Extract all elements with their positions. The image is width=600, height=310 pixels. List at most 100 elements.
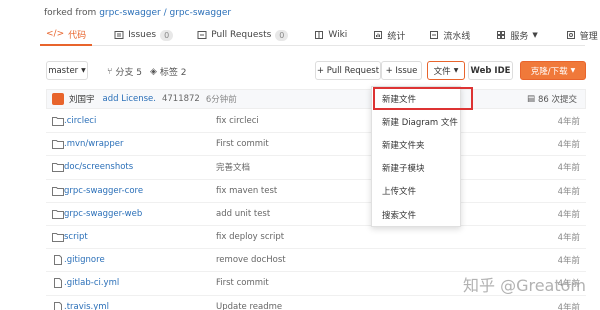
menu-item-new-file[interactable]: 新建文件 (373, 87, 473, 111)
pull-requests-count-badge: 0 (275, 29, 289, 41)
service-icon (497, 31, 506, 39)
forked-repo-link[interactable]: grpc-swagger / grpc-swagger (99, 8, 231, 18)
file-name[interactable]: .circleci (64, 116, 96, 126)
chart-icon (374, 31, 383, 39)
file-name[interactable]: grpc-swagger-core (64, 186, 143, 196)
file-dropdown-menu: 新建文件 新建 Diagram 文件 新建文件夹 新建子模块 上传文件 搜索文件 (371, 86, 473, 227)
caret-down-icon: ▼ (570, 67, 576, 74)
table-row[interactable]: .travis.yml Update readme 4年前 (46, 296, 586, 310)
table-row[interactable]: script fix deploy script 4年前 (46, 226, 586, 250)
folder-icon (52, 209, 64, 219)
clone-download-label: 克隆/下载 (530, 66, 568, 77)
file-commit-message[interactable]: add unit test (216, 209, 270, 219)
file-commit-message[interactable]: 完善文档 (216, 161, 250, 173)
table-row[interactable]: doc/screenshots 完善文档 4年前 (46, 156, 586, 180)
tab-settings[interactable]: 管理 (560, 24, 600, 46)
file-name[interactable]: doc/screenshots (64, 162, 133, 172)
new-pull-request-label: + Pull Request (316, 65, 380, 76)
tab-wiki-label: Wiki (328, 30, 348, 40)
repo-tabs: </> 代码 Issues 0 Pull Requests 0 Wiki 统计 … (40, 24, 598, 46)
branch-select[interactable]: master ▼ (46, 61, 88, 80)
web-ide-button[interactable]: Web IDE (468, 61, 513, 80)
table-row[interactable]: grpc-swagger-web add unit test 4年前 (46, 203, 586, 226)
file-name[interactable]: grpc-swagger-web (64, 209, 142, 219)
tab-pull-requests-label: Pull Requests (211, 30, 272, 40)
tags-label: 标签 2 (159, 68, 187, 78)
file-commit-message[interactable]: fix deploy script (216, 232, 284, 242)
file-commit-message[interactable]: First commit (216, 139, 269, 149)
tab-pipeline[interactable]: 流水线 (423, 24, 476, 46)
file-name[interactable]: script (64, 232, 88, 242)
new-pull-request-button[interactable]: + Pull Request (315, 61, 381, 80)
menu-item-search-file[interactable]: 搜索文件 (372, 203, 460, 226)
tab-stats[interactable]: 统计 (367, 24, 411, 46)
file-age: 4年前 (557, 233, 580, 244)
table-row[interactable]: .mvn/wrapper First commit 4年前 (46, 133, 586, 157)
tab-wiki[interactable]: Wiki (308, 24, 353, 46)
menu-item-new-submodule[interactable]: 新建子模块 (372, 157, 460, 180)
file-commit-message[interactable]: fix circleci (216, 116, 259, 126)
folder-icon (52, 117, 64, 127)
tab-pull-requests[interactable]: Pull Requests 0 (191, 24, 294, 46)
commit-time: 6分钟前 (205, 95, 237, 105)
issue-icon (114, 31, 124, 39)
avatar (52, 93, 64, 105)
commit-author[interactable]: 刘国宇 (69, 93, 95, 105)
watermark: 知乎 @Greatom (462, 276, 586, 295)
pipeline-icon (430, 31, 439, 39)
folder-icon (52, 140, 64, 150)
file-age: 4年前 (557, 117, 580, 128)
commit-message[interactable]: add License. (103, 94, 156, 104)
file-commit-message[interactable]: remove docHost (216, 255, 286, 265)
branches-label: 分支 5 (115, 68, 142, 78)
commit-count-link[interactable]: ▤ 86 次提交 (527, 93, 577, 105)
issues-count-badge: 0 (160, 29, 174, 41)
tab-settings-label: 管理 (579, 31, 598, 42)
file-age: 4年前 (557, 140, 580, 151)
file-icon (54, 278, 62, 289)
folder-icon (52, 186, 64, 196)
caret-down-icon: ▼ (81, 67, 86, 74)
table-row[interactable]: .circleci fix circleci 4年前 (46, 110, 586, 134)
menu-item-upload-file[interactable]: 上传文件 (372, 180, 460, 203)
folder-icon (52, 163, 64, 173)
file-commit-message[interactable]: Update readme (216, 302, 282, 310)
tab-code[interactable]: </> 代码 (40, 24, 93, 46)
file-name[interactable]: .travis.yml (64, 302, 109, 310)
file-commit-message[interactable]: fix maven test (216, 186, 277, 196)
tab-services-label: 服务 (510, 31, 529, 42)
history-icon: ▤ (526, 94, 535, 104)
file-commit-message[interactable]: First commit (216, 278, 269, 288)
clone-download-button[interactable]: 克隆/下载 ▼ (520, 61, 586, 80)
file-icon (54, 301, 62, 310)
file-name[interactable]: .mvn/wrapper (64, 139, 123, 149)
file-menu-button[interactable]: 文件 ▼ (427, 61, 465, 80)
settings-icon (566, 31, 575, 39)
file-name[interactable]: .gitignore (64, 255, 105, 265)
forked-from-line: forked from grpc-swagger / grpc-swagger (44, 8, 231, 18)
chevron-down-icon: ▼ (532, 31, 538, 39)
tags-link[interactable]: ◈ 标签 2 (150, 65, 187, 79)
menu-item-new-folder[interactable]: 新建文件夹 (372, 133, 460, 156)
pull-request-icon (197, 31, 207, 39)
file-name[interactable]: .gitlab-ci.yml (64, 278, 119, 288)
tab-services[interactable]: 服务 ▼ (490, 24, 543, 46)
file-age: 4年前 (557, 163, 580, 174)
commit-count-label: 86 次提交 (537, 95, 577, 105)
table-row[interactable]: .gitignore remove docHost 4年前 (46, 249, 586, 273)
tab-issues[interactable]: Issues 0 (108, 24, 179, 46)
file-menu-label: 文件 (433, 66, 451, 77)
book-icon (315, 31, 324, 39)
table-row[interactable]: grpc-swagger-core fix maven test 4年前 (46, 180, 586, 203)
commit-sha[interactable]: 4711872 (162, 94, 200, 104)
new-issue-label: + Issue (385, 65, 418, 76)
menu-item-new-diagram-file[interactable]: 新建 Diagram 文件 (372, 110, 460, 133)
branches-link[interactable]: ⑂ 分支 5 (107, 65, 142, 79)
tag-icon: ◈ (150, 66, 157, 77)
new-issue-button[interactable]: + Issue (381, 61, 422, 80)
tab-issues-label: Issues (128, 30, 157, 40)
tab-stats-label: 统计 (387, 31, 406, 42)
file-age: 4年前 (557, 186, 580, 197)
code-icon: </> (46, 29, 65, 39)
branch-icon: ⑂ (107, 66, 113, 77)
